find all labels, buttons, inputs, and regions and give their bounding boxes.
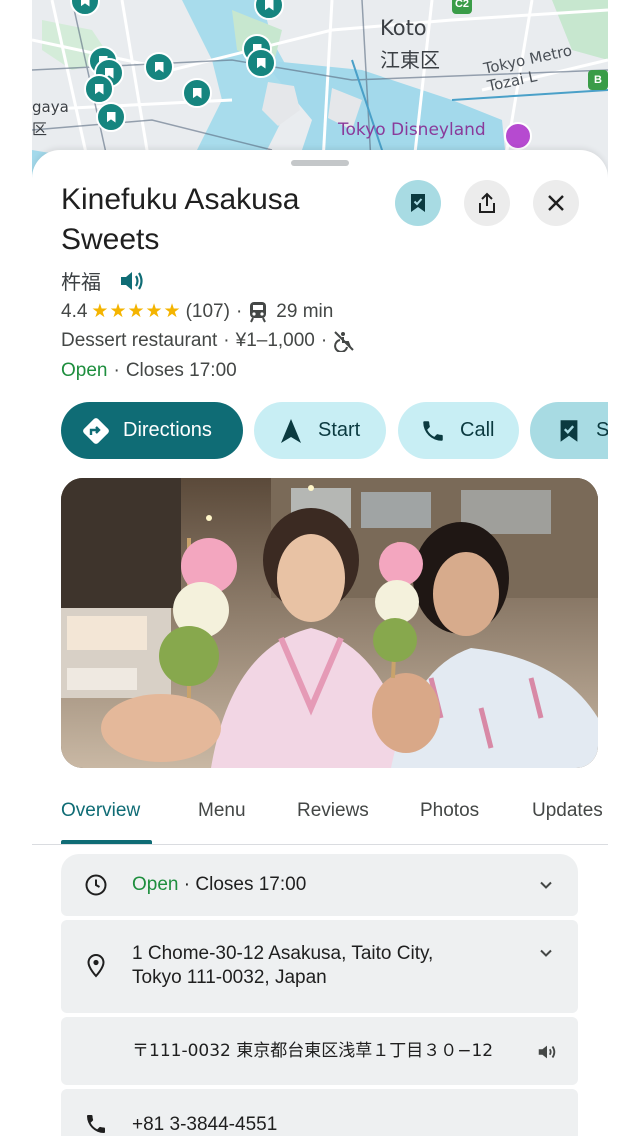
close-button[interactable] [533, 180, 579, 226]
address-line-2: Tokyo 111-0032, Japan [132, 967, 327, 988]
address-card[interactable]: 1 Chome-30-12 Asakusa, Taito City, Tokyo… [61, 920, 578, 1013]
photo-image [61, 478, 598, 768]
screen-edge-left [0, 0, 32, 1136]
screen-edge-right [608, 0, 640, 1136]
phone-icon [416, 418, 450, 444]
place-details-sheet: Kinefuku Asakusa Sweets 杵福 4.4 ★★★★★ (10… [32, 150, 608, 1136]
clock-icon [83, 872, 109, 898]
close-icon [548, 195, 564, 211]
map-label-ward-jp: 区 [32, 120, 48, 138]
open-status: Open [61, 360, 108, 381]
saved-place-pin[interactable] [144, 52, 174, 82]
rating-row[interactable]: 4.4 ★★★★★ (107) · 29 min [61, 300, 333, 323]
address-text: 1 Chome-30-12 Asakusa, Taito City, Tokyo… [132, 942, 433, 990]
disneyland-pin[interactable] [504, 122, 532, 150]
save-place-button[interactable] [395, 180, 441, 226]
no-wheelchair-icon [334, 331, 354, 352]
tab-bar: Overview Menu Reviews Photos Updates [32, 790, 608, 845]
map-label-koto-jp: 江東区 [380, 48, 440, 72]
category-row: Dessert restaurant · ¥1–1,000 · [61, 330, 355, 352]
hours-row[interactable]: Open · Closes 17:00 [61, 360, 237, 382]
active-tab-indicator [61, 840, 152, 844]
save-label: Sa [596, 419, 608, 441]
chevron-down-icon[interactable] [536, 943, 556, 963]
separator: · [235, 300, 243, 322]
separator: · [223, 330, 230, 351]
price-range: ¥1–1,000 [235, 330, 315, 351]
share-button[interactable] [464, 180, 510, 226]
separator: · [320, 330, 328, 351]
place-photo[interactable] [61, 478, 598, 768]
phone-icon [83, 1111, 109, 1136]
hours-card[interactable]: Open · Closes 17:00 [61, 854, 578, 916]
phone-number[interactable]: +81 3-3844-4551 [132, 1113, 277, 1136]
review-count[interactable]: (107) [186, 301, 230, 323]
share-icon [479, 192, 495, 213]
phone-card[interactable]: +81 3-3844-4551 [61, 1089, 578, 1136]
map-label-ward: gaya [32, 98, 69, 116]
map-label-disneyland[interactable]: Tokyo Disneyland [338, 120, 486, 140]
drag-handle[interactable] [291, 160, 349, 166]
closing-time: Closes 17:00 [125, 360, 237, 381]
location-pin-icon [83, 953, 109, 979]
tab-menu[interactable]: Menu [198, 800, 246, 822]
hours-open-status: Open [132, 874, 179, 895]
rating-value: 4.4 [61, 300, 88, 322]
native-name-row: 杵福 [61, 266, 147, 295]
save-button[interactable]: Sa [530, 402, 608, 459]
speaker-icon[interactable] [119, 268, 147, 294]
bookmark-icon [411, 194, 425, 212]
saved-place-pin[interactable] [84, 74, 114, 104]
saved-place-pin[interactable] [96, 102, 126, 132]
expressway-badge: C2 [452, 0, 472, 14]
category: Dessert restaurant [61, 330, 218, 351]
speaker-icon[interactable] [536, 1041, 558, 1063]
separator: · [113, 360, 120, 381]
transit-time: 29 min [276, 300, 334, 322]
place-title: Kinefuku Asakusa Sweets [61, 183, 300, 256]
address-japanese-card[interactable]: 〒111-0032 東京都台東区浅草１丁目３０−12 [61, 1017, 578, 1085]
directions-label: Directions [123, 419, 212, 441]
saved-bookmark-icon [552, 419, 586, 443]
native-name: 杵福 [61, 270, 101, 294]
rating-stars: ★★★★★ [91, 301, 182, 322]
tab-updates[interactable]: Updates [532, 800, 603, 822]
tab-reviews[interactable]: Reviews [297, 800, 369, 822]
start-label: Start [318, 419, 361, 441]
navigation-arrow-icon [274, 418, 308, 444]
hours-text: Open · Closes 17:00 [132, 874, 307, 895]
tab-photos[interactable]: Photos [420, 800, 479, 822]
hours-closing-time: Closes 17:00 [195, 874, 307, 895]
saved-place-pin[interactable] [182, 78, 212, 108]
tab-overview[interactable]: Overview [61, 800, 140, 822]
directions-button[interactable]: Directions [61, 402, 243, 459]
directions-icon [79, 416, 113, 446]
address-line-1: 1 Chome-30-12 Asakusa, Taito City, [132, 943, 434, 964]
call-label: Call [460, 419, 495, 441]
start-navigation-button[interactable]: Start [254, 402, 386, 459]
chevron-down-icon[interactable] [536, 875, 556, 895]
map-label-koto: Koto [380, 16, 427, 40]
saved-place-pin[interactable] [246, 48, 276, 78]
call-button[interactable]: Call [398, 402, 519, 459]
address-japanese: 〒111-0032 東京都台東区浅草１丁目３０−12 [132, 1041, 494, 1061]
transit-icon [250, 301, 267, 322]
